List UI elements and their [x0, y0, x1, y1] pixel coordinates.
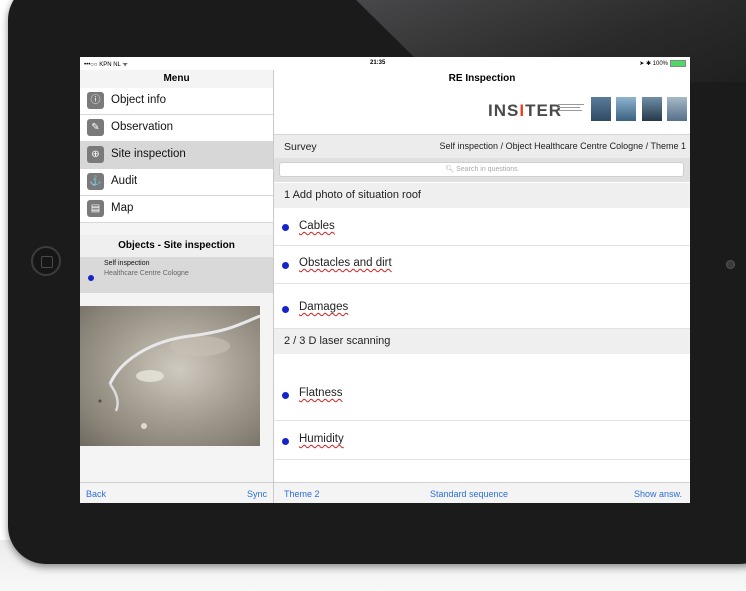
- search-bar: 🔍︎ Search in questions: [274, 158, 690, 182]
- section-header: 1 Add photo of situation roof: [274, 183, 690, 208]
- standard-sequence-button[interactable]: Standard sequence: [430, 489, 508, 499]
- sidebar-item-audit[interactable]: ⚓ Audit: [80, 169, 273, 196]
- object-list-item[interactable]: Self inspection Healthcare Centre Cologn…: [80, 257, 273, 293]
- object-info-icon: ⓘ: [87, 92, 104, 109]
- pencil-icon: ✎: [87, 119, 104, 136]
- sidebar-item-map[interactable]: ▤ Map: [80, 196, 273, 223]
- question-row[interactable]: Humidity: [274, 421, 690, 460]
- logo-tagline-graphic: [558, 102, 588, 116]
- question-row[interactable]: Flatness: [274, 354, 690, 421]
- sidebar-item-object-info[interactable]: ⓘ Object info: [80, 88, 273, 115]
- home-button-icon: [41, 256, 53, 268]
- question-row[interactable]: Damages: [274, 284, 690, 329]
- object-name: Healthcare Centre Cologne: [104, 270, 189, 277]
- clock: 21:35: [370, 60, 386, 66]
- tagline-lines: [558, 104, 584, 111]
- question-label: Damages: [299, 301, 349, 313]
- sync-button[interactable]: Sync: [247, 489, 267, 499]
- question-row[interactable]: Obstacles and dirt: [274, 246, 690, 284]
- cable-photo-image: [98, 314, 260, 429]
- sidebar-item-label: Object info: [111, 94, 166, 106]
- logo-text-part: INS: [488, 101, 520, 120]
- sidebar-item-site-inspection[interactable]: ⊕ Site inspection: [80, 142, 273, 169]
- battery-status: ➤ ✱ 100%: [639, 60, 686, 67]
- search-input[interactable]: 🔍︎ Search in questions: [279, 162, 684, 177]
- sidebar-toolbar: Back Sync: [80, 482, 273, 503]
- zoom-icon: ⊕: [87, 146, 104, 163]
- survey-bar: Survey Self inspection / Object Healthca…: [274, 134, 690, 159]
- map-icon: ▤: [87, 200, 104, 217]
- theme-button[interactable]: Theme 2: [284, 489, 320, 499]
- battery-icon: [670, 60, 686, 67]
- question-bullet: [282, 306, 289, 313]
- site-photo[interactable]: [80, 306, 260, 446]
- camera-lens: [726, 260, 735, 269]
- section-header: 2 / 3 D laser scanning: [274, 329, 690, 354]
- question-label: Obstacles and dirt: [299, 257, 392, 269]
- banner-photo: [616, 97, 637, 121]
- sidebar-item-label: Map: [111, 202, 134, 214]
- question-bullet: [282, 438, 289, 445]
- section-title: 2 / 3 D laser scanning: [284, 335, 391, 347]
- audit-icon: ⚓: [87, 173, 104, 190]
- banner-photo: [641, 97, 662, 121]
- section-title: 1 Add photo of situation roof: [284, 189, 421, 201]
- carrier-label: •••○○ KPN NL ᯤ: [84, 62, 128, 68]
- sidebar: Menu ⓘ Object info ✎ Observation ⊕ Site …: [80, 70, 274, 503]
- insiter-logo: INSITER: [488, 101, 562, 121]
- survey-label: Survey: [284, 141, 317, 153]
- page-title: RE Inspection: [448, 73, 516, 84]
- app-screen: •••○○ KPN NL ᯤ 21:35 ➤ ✱ 100% Menu ⓘ Obj…: [80, 57, 690, 503]
- question-bullet: [282, 262, 289, 269]
- breadcrumb: Self inspection / Object Healthcare Cent…: [439, 141, 686, 151]
- banner-photos: [591, 97, 688, 126]
- banner-photo: [667, 97, 688, 121]
- logo-text-part: TER: [525, 101, 563, 120]
- sidebar-item-label: Audit: [111, 175, 138, 187]
- object-type: Self inspection: [104, 260, 150, 267]
- insiter-banner: INSITER: [274, 87, 690, 133]
- back-button[interactable]: Back: [86, 489, 106, 499]
- status-bar: •••○○ KPN NL ᯤ 21:35 ➤ ✱ 100%: [80, 57, 690, 70]
- sidebar-item-label: Observation: [111, 121, 174, 133]
- home-button[interactable]: [31, 246, 61, 276]
- objects-header: Objects - Site inspection: [80, 235, 273, 258]
- sidebar-item-label: Site inspection: [111, 148, 186, 160]
- main-toolbar: Theme 2 Standard sequence Show answ.: [274, 482, 690, 503]
- show-answers-button[interactable]: Show answ.: [634, 489, 682, 499]
- sidebar-title: Menu: [163, 73, 190, 84]
- question-row[interactable]: Cables: [274, 208, 690, 246]
- question-label: Humidity: [299, 433, 344, 445]
- banner-photo: [591, 97, 611, 121]
- question-bullet: [282, 392, 289, 399]
- battery-label: ➤ ✱ 100%: [639, 61, 668, 68]
- object-status-dot: [88, 275, 94, 281]
- question-label: Flatness: [299, 387, 343, 399]
- sidebar-menu: ⓘ Object info ✎ Observation ⊕ Site inspe…: [80, 88, 273, 223]
- sidebar-item-observation[interactable]: ✎ Observation: [80, 115, 273, 142]
- question-bullet: [282, 224, 289, 231]
- main-panel: RE Inspection INSITER Survey Self inspec…: [274, 70, 690, 503]
- question-label: Cables: [299, 220, 335, 232]
